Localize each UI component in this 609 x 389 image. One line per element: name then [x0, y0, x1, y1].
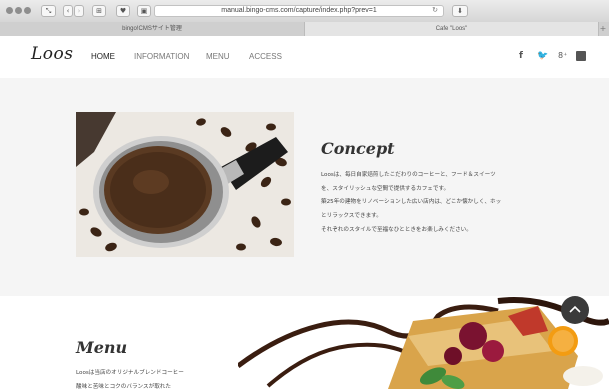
twitter-icon[interactable]: 🐦	[537, 51, 548, 61]
address-url: manual.bingo-cms.com/capture/index.php?p…	[221, 7, 377, 14]
chevron-up-icon	[569, 305, 581, 313]
google-plus-icon[interactable]: 8⁺	[558, 51, 567, 60]
menu-title: Menu	[76, 338, 128, 357]
tab-label: Cafe "Loos"	[435, 26, 468, 32]
pocket-icon[interactable]: ♥	[116, 5, 130, 17]
browser-chrome: ⤡ ‹ › ⊞ ♥ ▣ manual.bingo-cms.com/capture…	[0, 0, 609, 36]
browser-toolbar: ⤡ ‹ › ⊞ ♥ ▣ manual.bingo-cms.com/capture…	[0, 0, 609, 22]
nav-information[interactable]: INFORMATION	[134, 52, 189, 61]
concept-line: Loosは、毎日自家焙煎したこだわりのコーヒーと、フード＆スイーツ	[321, 172, 496, 178]
download-icon[interactable]: ⬇	[452, 5, 468, 17]
site-logo[interactable]: Loos	[31, 44, 73, 64]
back-to-top-button[interactable]	[561, 296, 589, 324]
maximize-window-icon[interactable]	[24, 7, 31, 14]
tab-cms-admin[interactable]: bingo!CMSサイト管理	[0, 22, 304, 36]
minimize-window-icon[interactable]	[15, 7, 22, 14]
concept-line: とリラックスできます。	[321, 213, 382, 220]
address-bar[interactable]: manual.bingo-cms.com/capture/index.php?p…	[154, 5, 444, 17]
menu-description: Loosは当店のオリジナルブレンドコーヒー 酸味と苦味とコクのバランスが取れた	[76, 366, 184, 389]
menu-line: Loosは当店のオリジナルブレンドコーヒー	[76, 370, 184, 376]
reader-icon[interactable]: ▣	[137, 5, 151, 17]
tab-bar: bingo!CMSサイト管理 Cafe "Loos" +	[0, 22, 609, 36]
new-tab-icon[interactable]: +	[599, 25, 607, 33]
menu-line: 酸味と苦味とコクのバランスが取れた	[76, 384, 171, 389]
concept-section: Concept Loosは、毎日自家焙煎したこだわりのコーヒーと、フード＆スイー…	[0, 78, 609, 296]
sidebar-toggle-icon[interactable]: ⤡	[41, 5, 56, 17]
nav-menu[interactable]: MENU	[206, 52, 230, 61]
reload-icon[interactable]: ↻	[432, 6, 438, 16]
blog-icon[interactable]	[576, 51, 586, 61]
dessert-photo	[236, 296, 609, 389]
menu-section: Menu Loosは当店のオリジナルブレンドコーヒー 酸味と苦味とコクのバランス…	[0, 296, 609, 389]
back-icon[interactable]: ‹	[63, 5, 73, 17]
concept-description: Loosは、毎日自家焙煎したこだわりのコーヒーと、フード＆スイーツ を、スタイリ…	[321, 169, 551, 238]
coffee-portafilter-photo	[76, 112, 294, 257]
tab-label: bingo!CMSサイト管理	[122, 26, 182, 32]
nav-home[interactable]: HOME	[91, 52, 115, 61]
concept-line: 築25年の建物をリノベーションした広い店内は、どこか懐かしく、ホッ	[321, 199, 502, 206]
nav-access[interactable]: ACCESS	[249, 52, 282, 61]
site-header: Loos HOME INFORMATION MENU ACCESS f 🐦 8⁺	[0, 36, 609, 78]
forward-icon[interactable]: ›	[74, 5, 84, 17]
concept-line: それぞれのスタイルで至福なひとときをお楽しみください。	[321, 226, 472, 233]
concept-title: Concept	[321, 139, 395, 158]
tab-cafe-loos[interactable]: Cafe "Loos"	[304, 22, 599, 36]
concept-line: を、スタイリッシュな空間で提供するカフェです。	[321, 185, 450, 192]
facebook-icon[interactable]: f	[519, 51, 523, 61]
close-window-icon[interactable]	[6, 7, 13, 14]
share-icon[interactable]: ⊞	[92, 5, 106, 17]
